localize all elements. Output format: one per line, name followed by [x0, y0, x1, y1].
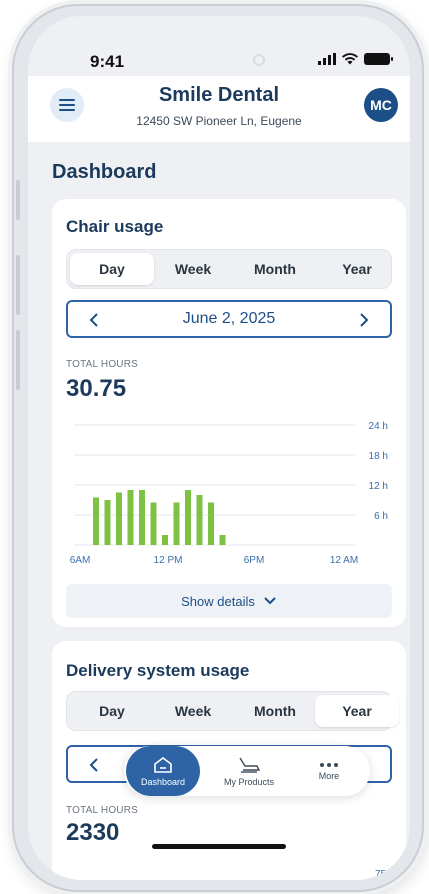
phone-frame: 9:41 Smile Dental 12450 SW Pioneer Ln, E… [14, 6, 422, 890]
page-title: Dashboard [52, 161, 157, 183]
bottom-navigation: Dashboard My Products More [124, 746, 370, 796]
chart-bar [116, 492, 122, 545]
x-tick-label: 6PM [244, 555, 265, 566]
side-button [16, 330, 20, 390]
total-hours-value: 30.75 [66, 375, 127, 402]
x-tick-label: 12 AM [330, 555, 358, 566]
chart-bar [93, 497, 99, 545]
tab-week[interactable]: Week [151, 253, 235, 285]
side-button [16, 180, 20, 220]
nav-more[interactable]: More [290, 746, 368, 796]
total-hours-label: TOTAL HOURS [66, 805, 139, 816]
y-tick-label: 6 h [374, 511, 388, 522]
nav-dashboard[interactable]: Dashboard [126, 746, 200, 796]
chart-bar [219, 535, 226, 545]
period-tabs: Day Week Month Year [66, 249, 392, 289]
x-tick-label: 12 PM [154, 555, 183, 566]
chart-bar [150, 502, 157, 545]
front-camera-icon [253, 54, 265, 66]
total-hours-value: 2330 [66, 819, 120, 846]
side-button [16, 255, 20, 315]
wifi-icon [342, 53, 358, 65]
show-details-label: Show details [181, 593, 255, 609]
tab-week[interactable]: Week [151, 695, 235, 727]
x-tick-label: 6AM [70, 555, 91, 566]
tab-month[interactable]: Month [233, 695, 317, 727]
nav-label: More [318, 770, 340, 781]
y-tick-label: 12 h [369, 481, 388, 492]
tab-year[interactable]: Year [315, 695, 399, 727]
signal-icon [318, 53, 336, 65]
chart-bar [185, 490, 191, 545]
battery-icon [364, 53, 393, 65]
date-navigator: June 2, 2025 [66, 300, 392, 338]
chart-bar [196, 495, 203, 545]
home-icon [154, 756, 172, 773]
y-tick-label: 18 h [369, 451, 388, 462]
tab-day[interactable]: Day [70, 253, 154, 285]
show-details-button[interactable]: Show details [66, 584, 392, 618]
status-time: 9:41 [90, 52, 125, 71]
nav-my-products[interactable]: My Products [210, 746, 288, 796]
bar-chart: 24 h 18 h 12 h 6 h 6AM 12 PM 6PM 12 AM [70, 421, 388, 566]
chevron-right-icon [360, 313, 369, 327]
tab-year[interactable]: Year [315, 253, 399, 285]
total-hours-label: TOTAL HOURS [66, 359, 139, 370]
chart-bar [139, 490, 145, 545]
chart-bar [208, 502, 214, 545]
chair-usage-card: Chair usage Day Week Month Year June 2, … [52, 199, 406, 627]
home-indicator [152, 844, 286, 849]
clinic-address: 12450 SW Pioneer Ln, Eugene [136, 114, 302, 128]
tab-month[interactable]: Month [233, 253, 317, 285]
card-title: Chair usage [66, 217, 164, 236]
status-icons [318, 53, 393, 65]
chair-usage-chart: 24 h 18 h 12 h 6 h 6AM 12 PM 6PM 12 AM [66, 417, 392, 579]
more-dots-icon [320, 762, 338, 767]
app-screen: 9:41 Smile Dental 12450 SW Pioneer Ln, E… [28, 16, 410, 880]
chart-bar [127, 490, 134, 545]
clinic-name: Smile Dental [158, 84, 280, 106]
chart-bar [104, 500, 111, 545]
dental-chair-icon [239, 757, 261, 773]
user-avatar[interactable]: MC [364, 88, 398, 122]
app-header: Smile Dental 12450 SW Pioneer Ln, Eugene… [28, 76, 410, 142]
nav-label: My Products [223, 776, 274, 787]
chevron-down-icon [264, 597, 276, 605]
period-tabs: Day Week Month Year [66, 691, 399, 731]
y-tick-label: 750 h [374, 869, 400, 880]
y-tick-label: 24 h [369, 421, 388, 432]
selected-date: June 2, 2025 [182, 310, 276, 327]
chart-bar [162, 535, 168, 545]
tab-day[interactable]: Day [70, 695, 154, 727]
chart-bar [173, 502, 180, 545]
next-date-button[interactable] [352, 308, 376, 332]
status-bar: 9:41 [28, 52, 410, 74]
nav-label: Dashboard [140, 776, 186, 787]
card-title: Delivery system usage [66, 661, 250, 680]
